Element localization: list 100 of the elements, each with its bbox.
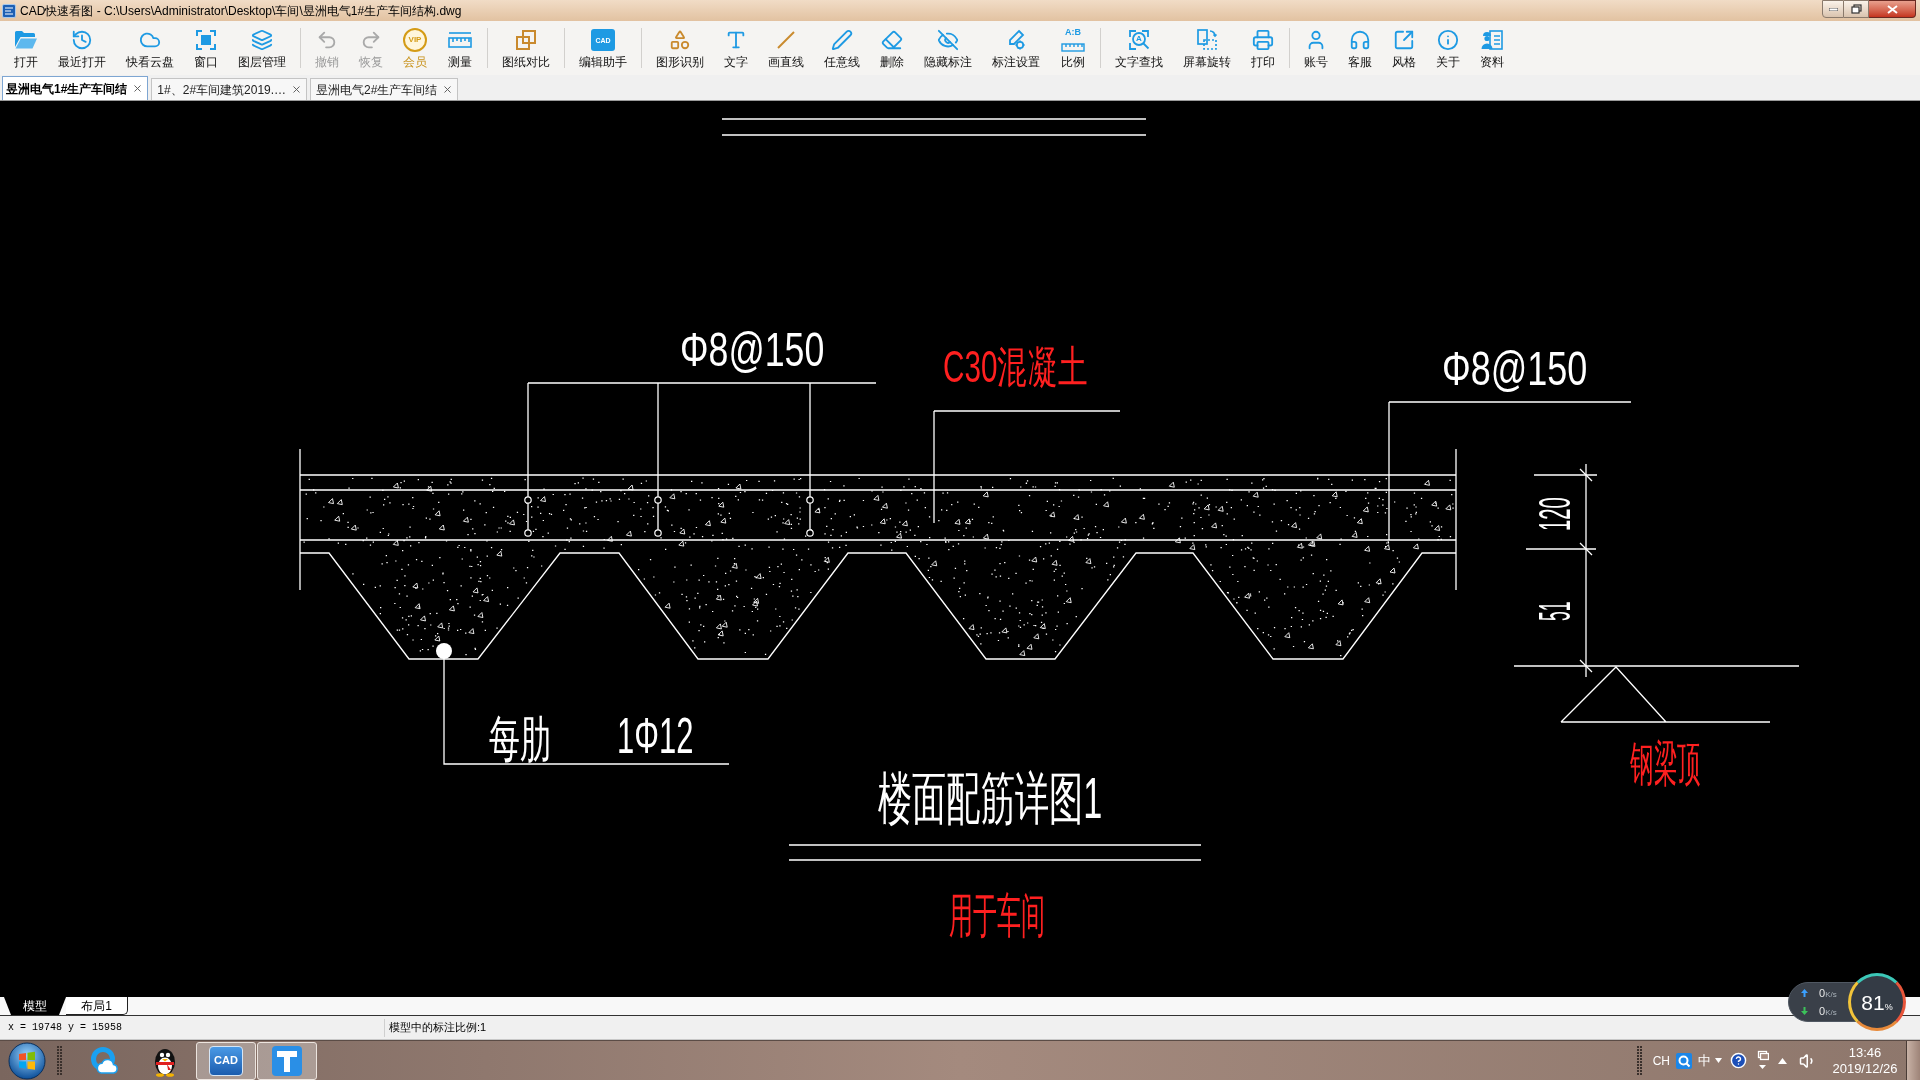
focus-frame-icon [195, 29, 217, 51]
dimension-value: 51 [1530, 601, 1580, 621]
grip-handle [1636, 1045, 1643, 1076]
toolbar-button[interactable]: 图纸对比 [492, 21, 560, 75]
rebar-spec-label: Φ8@150 [1442, 342, 1588, 396]
layout-tab[interactable]: 布局1 [66, 997, 128, 1015]
text-tool-icon [725, 29, 747, 51]
headset-icon [1349, 29, 1371, 51]
toolbar-button[interactable]: 关于 [1426, 21, 1470, 75]
t-square-icon [271, 1044, 303, 1077]
ruler-icon [447, 30, 473, 50]
toolbar-button[interactable]: 测量 [437, 21, 483, 75]
cursor-coordinates: x = 19748 y = 15958 [7, 1022, 124, 1033]
show-desktop-button[interactable] [1906, 1041, 1920, 1080]
line-icon [775, 29, 797, 51]
ratio-label: A:B [1065, 28, 1081, 37]
clock-date: 2019/12/26 [1832, 1062, 1898, 1075]
ruler-icon [1061, 43, 1085, 52]
toolbar-button[interactable]: 最近打开 [48, 21, 116, 75]
document-tab[interactable]: 昱洲电气1#生产车间结 [2, 76, 149, 100]
toolbar-button[interactable]: A 文字查找 [1105, 21, 1173, 75]
toolbar-button[interactable]: 图层管理 [228, 21, 296, 75]
close-icon[interactable] [132, 83, 144, 94]
drawing-note: 用于车间 [949, 889, 1046, 943]
drawing-title: 楼面配筋详图1 [878, 765, 1103, 831]
pen-icon [831, 29, 853, 51]
beam-top-label: 钢梁顶 [1630, 736, 1701, 791]
toolbar-button[interactable]: 任意线 [814, 21, 870, 75]
document-search-icon [1127, 28, 1151, 52]
arrow-out-square-icon [1393, 29, 1415, 51]
worker-document-icon [1480, 28, 1504, 52]
toolbar-button[interactable]: 标注设置 [982, 21, 1050, 75]
toolbar-button[interactable]: 打印 [1241, 21, 1285, 75]
toolbar-button[interactable]: A:B 比例 [1050, 21, 1096, 75]
document-tab[interactable]: 1#、2#车间建筑2019.… [151, 78, 308, 100]
toolbar-button[interactable]: 窗口 [184, 21, 228, 75]
clock-time: 13:46 [1848, 1046, 1882, 1059]
rib-bar-label: 1Φ12 [617, 707, 694, 764]
input-mode-indicator[interactable]: 中 [1698, 1054, 1711, 1067]
toolbar-button[interactable]: 风格 [1382, 21, 1426, 75]
rebar-marker [806, 529, 814, 537]
minimize-button[interactable] [1822, 0, 1844, 18]
toolbar-button[interactable]: 图形识别 [646, 21, 714, 75]
icon-letter: A [1136, 35, 1142, 43]
toolbar-button[interactable]: 屏幕旋转 [1173, 21, 1241, 75]
toolbar-button[interactable]: 资料 [1470, 21, 1514, 75]
rebar-marker [654, 496, 662, 504]
layers-icon [251, 29, 273, 51]
caret-down-icon[interactable] [1715, 1058, 1722, 1063]
folder-icon [14, 30, 38, 50]
toolbar-button[interactable]: 快看云盘 [116, 21, 184, 75]
close-icon[interactable] [291, 84, 303, 95]
app-icon [2, 3, 16, 18]
overlapping-squares-icon [515, 29, 537, 51]
toolbar-button[interactable]: 打开 [4, 21, 48, 75]
eye-off-icon [937, 29, 959, 51]
toolbar-button[interactable]: 删除 [870, 21, 914, 75]
rebar-spec-label: Φ8@150 [680, 322, 825, 377]
restore-button[interactable] [1844, 0, 1869, 18]
toolbar-button[interactable]: 隐藏标注 [914, 21, 982, 75]
restore-icon [1850, 4, 1862, 14]
close-button[interactable] [1869, 0, 1916, 18]
shapes-icon [669, 29, 691, 51]
dimension-value: 120 [1530, 497, 1579, 531]
caret-up-icon[interactable] [1778, 1057, 1787, 1064]
window-title: CAD快速看图 - C:\Users\Administrator\Desktop\车间\昱洲电气1#生产车间结构.dwg [20, 4, 462, 17]
rib-label: 每肋 [489, 710, 552, 767]
down-arrow-icon [1801, 1007, 1808, 1015]
rebar-dot [436, 643, 452, 659]
toolbar-button[interactable]: 客服 [1338, 21, 1382, 75]
grip-handle [57, 1045, 63, 1076]
toolbar-button[interactable]: 账号 [1294, 21, 1338, 75]
info-icon [1437, 29, 1459, 51]
start-orb-icon[interactable] [7, 1041, 47, 1080]
taskbar-app-button[interactable]: CAD [196, 1041, 256, 1080]
printer-icon [1252, 29, 1274, 51]
up-arrow-icon [1801, 989, 1808, 997]
rebar-marker [806, 496, 814, 504]
rotate-screen-icon [1195, 28, 1219, 52]
ring-cloud-icon [89, 1045, 119, 1076]
upload-speed: 0K/s [1819, 987, 1837, 999]
concrete-grade-label: C30混凝土 [943, 342, 1088, 392]
window-caret-icon[interactable] [1757, 1049, 1769, 1072]
toolbar-button[interactable]: 文字 [714, 21, 758, 75]
redo-icon [360, 29, 382, 51]
annotation-scale: 模型中的标注比例:1 [389, 1022, 487, 1033]
toolbar-button[interactable]: 画直线 [758, 21, 814, 75]
language-indicator[interactable]: CH [1652, 1054, 1670, 1067]
minimize-icon [1828, 7, 1838, 11]
clock-icon [71, 29, 93, 51]
layout-tab[interactable]: 模型 [4, 997, 66, 1015]
close-icon[interactable] [442, 84, 454, 95]
document-tab[interactable]: 昱洲电气2#生产车间结 [310, 78, 459, 100]
help-icon[interactable] [1730, 1052, 1747, 1069]
download-speed: 0K/s [1819, 1005, 1837, 1017]
rebar-marker [654, 529, 662, 537]
close-icon [1886, 4, 1898, 14]
eraser-icon [881, 29, 903, 51]
rebar-marker [524, 496, 532, 504]
ring-tile-icon[interactable] [1676, 1052, 1692, 1069]
